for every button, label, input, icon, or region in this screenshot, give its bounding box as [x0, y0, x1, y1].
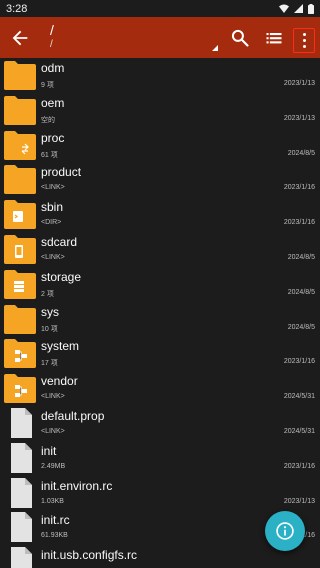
file-row[interactable]: storage 2 项 2024/8/5 — [0, 267, 320, 302]
file-meta: 61.93KB — [41, 532, 68, 540]
file-name: sbin — [41, 200, 64, 215]
folder-network-icon — [4, 373, 36, 404]
arrow-left-icon[interactable] — [9, 27, 31, 49]
file-meta: 61 项 — [41, 151, 58, 159]
file-row[interactable]: sys 10 项 2024/8/5 — [0, 302, 320, 337]
file-meta: 空的 — [41, 116, 55, 124]
file-row[interactable]: oem 空的 2023/1/13 — [0, 93, 320, 128]
file-date: 2024/5/31 — [283, 427, 315, 435]
folder-terminal-icon — [4, 199, 36, 230]
path-dropdown-icon[interactable] — [212, 45, 218, 51]
path-breadcrumb[interactable]: / / — [50, 22, 54, 52]
file-meta: <LINK> — [41, 393, 65, 401]
search-icon[interactable] — [230, 28, 250, 48]
file-name: system — [41, 339, 80, 354]
more-vertical-icon[interactable] — [293, 28, 315, 53]
folder-network-icon — [4, 338, 36, 369]
file-date: 2023/1/13 — [283, 80, 315, 87]
file-date: 2024/5/31 — [283, 393, 315, 401]
file-name: storage — [41, 269, 82, 284]
file-meta: <LINK> — [41, 427, 65, 435]
file-meta: 10 项 — [41, 325, 58, 333]
file-icon — [4, 547, 36, 568]
file-icon — [4, 512, 36, 543]
battery-icon — [308, 3, 314, 14]
file-meta: 17 项 — [41, 360, 58, 368]
file-row[interactable]: sbin <DIR> 2023/1/16 — [0, 197, 320, 232]
file-date: 2023/1/16 — [283, 358, 315, 366]
file-icon — [4, 477, 36, 508]
path-secondary: / — [50, 39, 53, 50]
file-date: 2024/8/5 — [287, 288, 315, 296]
file-meta: <DIR> — [41, 219, 62, 227]
file-date: 2023/1/16 — [283, 462, 315, 470]
file-row[interactable]: proc 61 项 2024/8/5 — [0, 128, 320, 163]
file-date: 2024/8/5 — [287, 323, 315, 331]
file-date: 2023/1/16 — [283, 219, 315, 227]
list-view-icon[interactable] — [264, 28, 284, 48]
file-name: init.environ.rc — [41, 478, 113, 493]
file-name: sdcard — [41, 234, 78, 249]
folder-icon — [4, 164, 36, 195]
file-row[interactable]: init.environ.rc 1.03KB 2023/1/13 — [0, 476, 320, 511]
folder-link-icon — [4, 130, 36, 160]
file-name: product — [41, 165, 82, 180]
file-name: init.usb.configfs.rc — [41, 548, 138, 563]
file-icon — [4, 442, 36, 473]
path-primary: / — [50, 22, 54, 38]
file-name: init — [41, 443, 57, 458]
file-name: default.prop — [41, 408, 105, 423]
file-date: 2023/1/13 — [283, 114, 315, 122]
file-date: 2024/8/5 — [287, 149, 315, 157]
file-name: oem — [41, 95, 65, 110]
file-row[interactable]: odm 9 项 2023/1/13 — [0, 58, 320, 93]
info-icon — [276, 522, 294, 540]
file-row[interactable]: default.prop <LINK> 2024/5/31 — [0, 406, 320, 441]
file-row[interactable]: product <LINK> 2023/1/16 — [0, 162, 320, 197]
file-date: 2023/1/13 — [283, 497, 315, 505]
file-row[interactable]: sdcard <LINK> 2024/8/5 — [0, 232, 320, 267]
file-name: vendor — [41, 374, 78, 389]
file-name: proc — [41, 130, 65, 145]
folder-storage-icon — [4, 269, 36, 299]
file-list: odm 9 项 2023/1/13 oem 空的 2023/1/13 proc 61 项 202… — [0, 58, 320, 568]
file-date: 2023/1/16 — [283, 184, 315, 192]
file-meta: 1.03KB — [41, 497, 64, 505]
file-row[interactable]: init.usb.configfs.rc — [0, 545, 320, 568]
wifi-icon — [279, 4, 289, 13]
file-row[interactable]: init 2.49MB 2023/1/16 — [0, 441, 320, 476]
folder-icon — [4, 60, 36, 90]
folder-icon — [4, 95, 36, 125]
file-meta: <LINK> — [41, 253, 65, 261]
file-icon — [4, 407, 36, 438]
status-icons — [279, 3, 314, 14]
folder-icon — [4, 304, 36, 334]
app-toolbar: / / — [0, 17, 320, 58]
folder-phone-icon — [4, 234, 36, 264]
file-meta: 2.49MB — [41, 462, 66, 470]
status-time: 3:28 — [6, 2, 28, 15]
signal-icon — [294, 4, 303, 13]
file-name: odm — [41, 61, 65, 75]
file-meta: 9 项 — [41, 82, 54, 89]
file-row[interactable]: vendor <LINK> 2024/5/31 — [0, 371, 320, 406]
file-row[interactable]: system 17 项 2023/1/16 — [0, 336, 320, 371]
file-name: sys — [41, 304, 59, 319]
file-date: 2024/8/5 — [287, 253, 315, 261]
file-meta: <LINK> — [41, 184, 65, 192]
file-meta: 2 项 — [41, 290, 54, 298]
file-name: init.rc — [41, 513, 70, 528]
status-bar: 3:28 — [0, 0, 320, 17]
info-fab-button[interactable] — [265, 511, 305, 551]
